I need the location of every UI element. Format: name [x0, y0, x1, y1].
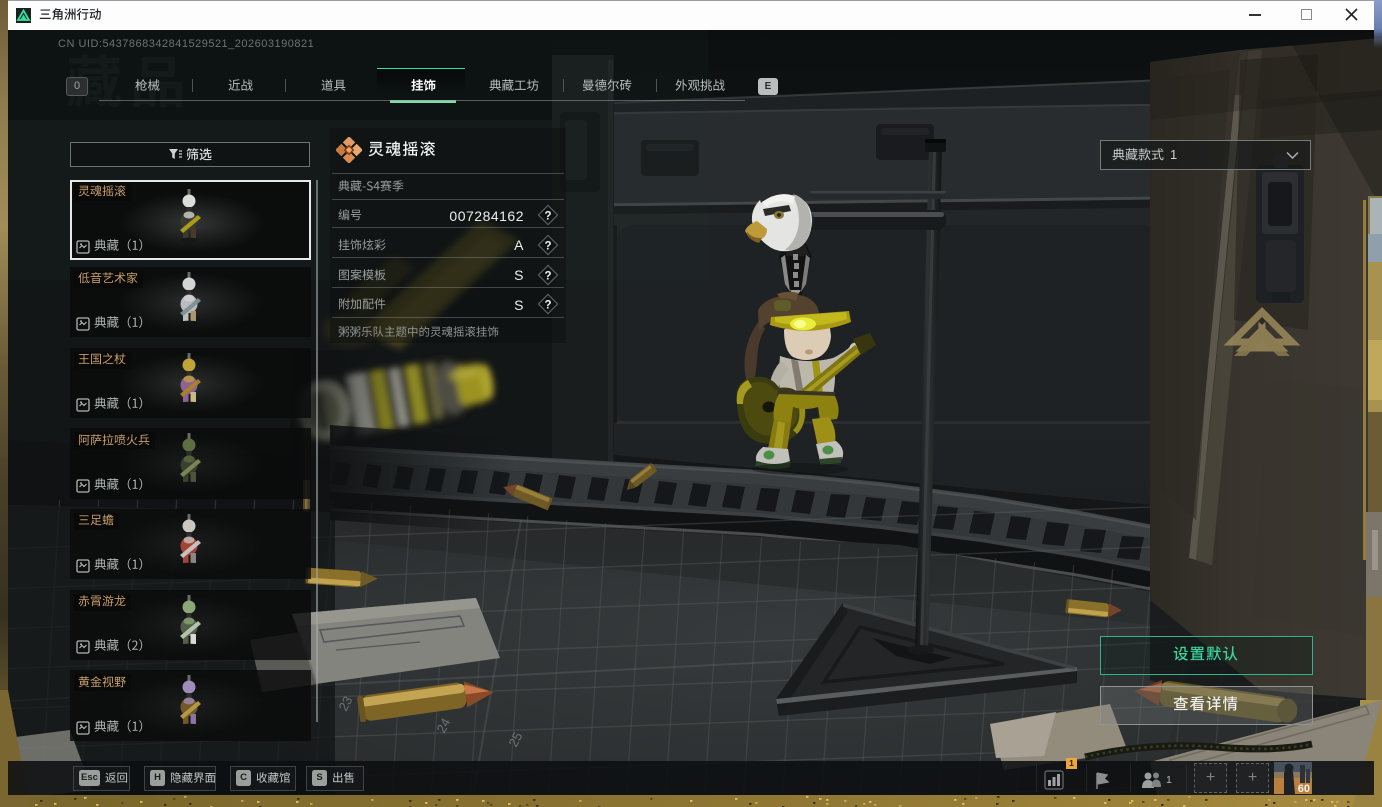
svg-text:?: ? — [544, 210, 551, 222]
svg-text:60: 60 — [1298, 783, 1310, 794]
svg-text:?: ? — [544, 300, 551, 312]
svg-text:?: ? — [544, 240, 551, 252]
svg-text:?: ? — [544, 270, 551, 282]
